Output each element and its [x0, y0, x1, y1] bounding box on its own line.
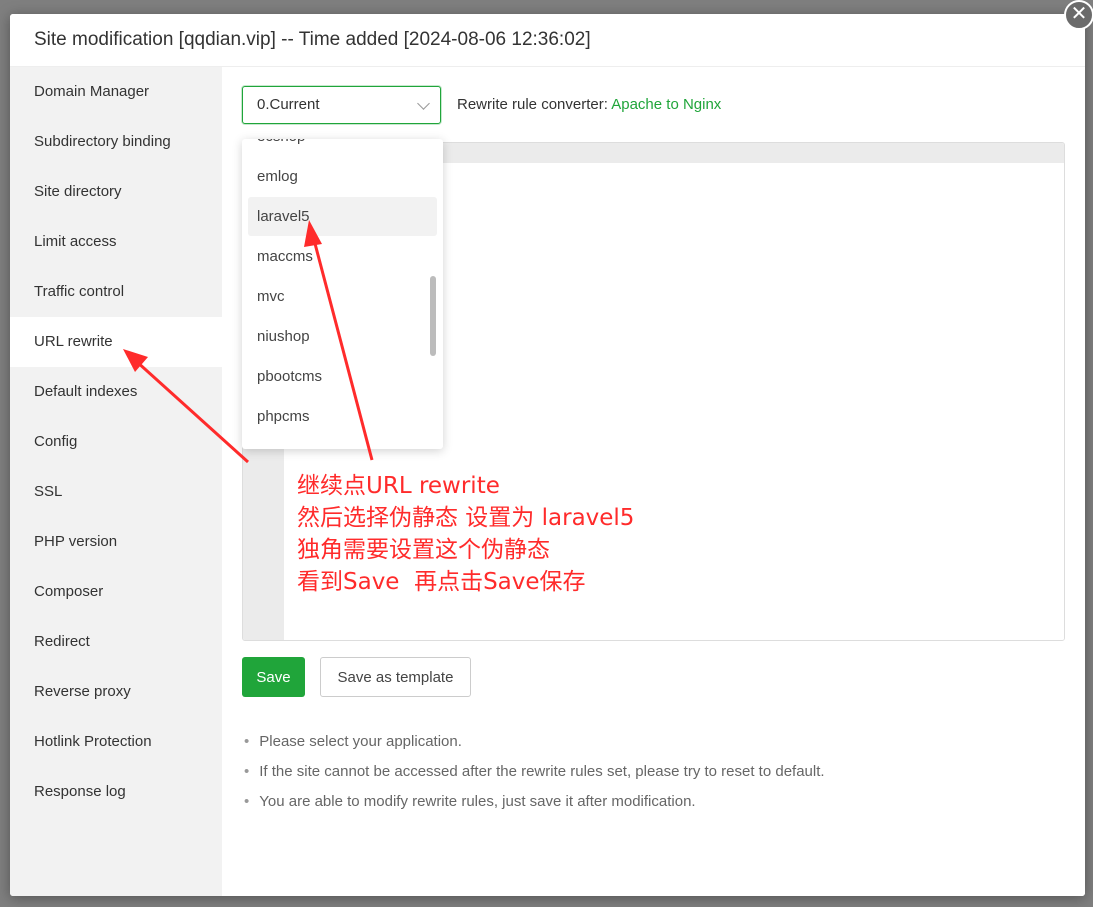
rewrite-template-select[interactable]: 0.Current [242, 86, 441, 124]
chevron-down-icon [417, 97, 430, 110]
select-value: 0.Current [257, 96, 320, 113]
converter-label: Rewrite rule converter: [457, 96, 608, 113]
option-emlog[interactable]: emlog [248, 157, 437, 196]
dropdown-scrollbar[interactable] [430, 276, 436, 356]
rewrite-converter: Rewrite rule converter: Apache to Nginx [457, 96, 721, 113]
sidebar-item-composer[interactable]: Composer [10, 567, 222, 617]
annotation-line: 看到Save 再点击Save保存 [297, 569, 586, 595]
annotation-line: 然后选择伪静态 设置为 laravel5 [297, 505, 635, 531]
option-mvc[interactable]: mvc [248, 277, 437, 316]
sidebar-item-ssl[interactable]: SSL [10, 467, 222, 517]
option-ecshop[interactable]: ecshop [248, 139, 437, 156]
sidebar-item-subdirectory-binding[interactable]: Subdirectory binding [10, 117, 222, 167]
sidebar-item-limit-access[interactable]: Limit access [10, 217, 222, 267]
tip-item: Please select your application. [244, 727, 825, 757]
url-rewrite-panel: 0.Current Rewrite rule converter: Apache… [222, 67, 1085, 896]
dialog-title: Site modification [qqdian.vip] -- Time a… [10, 14, 1085, 67]
save-button[interactable]: Save [242, 657, 305, 697]
annotation-line: 继续点URL rewrite [297, 473, 500, 499]
settings-sidebar: Domain Manager Subdirectory binding Site… [10, 67, 222, 896]
sidebar-item-response-log[interactable]: Response log [10, 767, 222, 817]
sidebar-item-hotlink-protection[interactable]: Hotlink Protection [10, 717, 222, 767]
sidebar-item-url-rewrite[interactable]: URL rewrite [10, 317, 222, 367]
sidebar-item-traffic-control[interactable]: Traffic control [10, 267, 222, 317]
option-phpcms[interactable]: phpcms [248, 397, 437, 436]
tip-item: You are able to modify rewrite rules, ju… [244, 787, 825, 817]
apache-to-nginx-link[interactable]: Apache to Nginx [611, 96, 721, 113]
option-pbootcms[interactable]: pbootcms [248, 357, 437, 396]
site-modification-dialog: Site modification [qqdian.vip] -- Time a… [10, 14, 1085, 896]
help-tips: Please select your application. If the s… [244, 727, 825, 817]
instruction-annotation: 继续点URL rewrite 然后选择伪静态 设置为 laravel5 独角需要… [297, 470, 634, 598]
option-maccms[interactable]: maccms [248, 237, 437, 276]
sidebar-item-config[interactable]: Config [10, 417, 222, 467]
sidebar-item-reverse-proxy[interactable]: Reverse proxy [10, 667, 222, 717]
option-laravel5[interactable]: laravel5 [248, 197, 437, 236]
sidebar-item-site-directory[interactable]: Site directory [10, 167, 222, 217]
sidebar-item-redirect[interactable]: Redirect [10, 617, 222, 667]
option-niushop[interactable]: niushop [248, 317, 437, 356]
tip-item: If the site cannot be accessed after the… [244, 757, 824, 787]
save-as-template-button[interactable]: Save as template [320, 657, 471, 697]
annotation-line: 独角需要设置这个伪静态 [297, 537, 550, 563]
sidebar-item-domain-manager[interactable]: Domain Manager [10, 67, 222, 117]
sidebar-item-php-version[interactable]: PHP version [10, 517, 222, 567]
rewrite-template-dropdown: ecshop emlog laravel5 maccms mvc niushop… [242, 139, 443, 449]
sidebar-item-default-indexes[interactable]: Default indexes [10, 367, 222, 417]
close-icon[interactable]: ✕ [1064, 0, 1093, 30]
